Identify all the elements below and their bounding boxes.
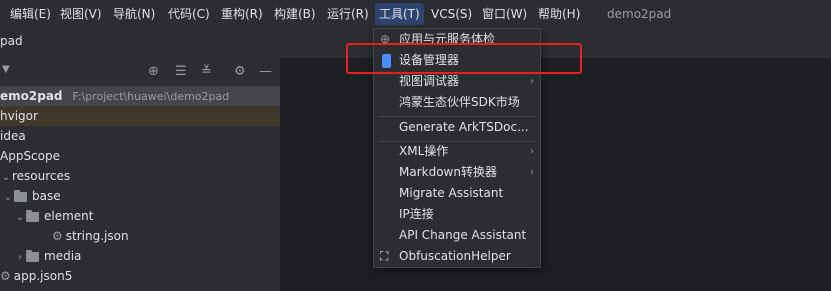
folder-icon [26, 209, 39, 222]
chevron-right-icon[interactable]: › [14, 248, 26, 268]
menu-item-ip-connect[interactable]: IP连接 [374, 204, 540, 225]
collapse-all-icon[interactable]: ≚ [201, 64, 212, 79]
tree-item-media[interactable]: › media [0, 246, 280, 266]
tree-item-label: resources [12, 169, 71, 183]
tree-item-label: idea [0, 129, 26, 143]
tree-item-path: F:\project\huawei\demo2pad [72, 90, 230, 103]
menu-item-view-debugger[interactable]: 视图调试器 › [374, 71, 540, 92]
menu-vcs[interactable]: VCS(S) [427, 3, 476, 25]
menu-build[interactable]: 构建(B) [270, 3, 320, 25]
menu-window[interactable]: 窗口(W) [478, 3, 531, 25]
tree-item-base[interactable]: ⌄ base [0, 186, 280, 206]
menu-tools[interactable]: 工具(T) [375, 3, 424, 25]
menu-item-label: 鸿蒙生态伙伴SDK市场 [399, 95, 520, 109]
project-panel: ▼ ⊕ ☰ ≚ ⚙ — emo2pad F:\project\huawei\de… [0, 58, 280, 291]
tree-item-element[interactable]: ⌄ element [0, 206, 280, 226]
tree-item-label: element [44, 209, 94, 223]
json-file-icon: ⚙ [52, 229, 63, 243]
chevron-right-icon: › [530, 167, 534, 178]
menu-run[interactable]: 运行(R) [323, 3, 373, 25]
tree-item-label: string.json [65, 229, 129, 243]
menu-refactor[interactable]: 重构(R) [217, 3, 267, 25]
chevron-down-icon[interactable]: ⌄ [0, 168, 12, 188]
project-panel-header: ▼ ⊕ ☰ ≚ ⚙ — [0, 58, 280, 84]
menu-item-markdown-converter[interactable]: Markdown转换器 › [374, 162, 540, 183]
menu-item-migrate-assistant[interactable]: Migrate Assistant [374, 183, 540, 204]
chevron-down-icon[interactable]: ⌄ [14, 208, 26, 228]
project-title: demo2pad [607, 7, 672, 21]
tree-item-label: hvigor [0, 109, 38, 123]
menu-edit[interactable]: 编辑(E) [6, 3, 55, 25]
folder-icon [26, 249, 39, 262]
locate-icon[interactable]: ⊕ [148, 64, 159, 79]
menu-item-label: Generate ArkTSDoc... [399, 120, 529, 134]
menu-item-label: API Change Assistant [399, 228, 527, 242]
menu-item-sdk-market[interactable]: 鸿蒙生态伙伴SDK市场 [374, 92, 540, 113]
menu-help[interactable]: 帮助(H) [534, 3, 584, 25]
menu-navigate[interactable]: 导航(N) [109, 3, 159, 25]
tree-item-label: base [32, 189, 61, 203]
editor-area[interactable] [281, 58, 831, 291]
tree-item-label: media [44, 249, 82, 263]
tree-item-resources[interactable]: ⌄ resources [0, 166, 280, 186]
menu-view[interactable]: 视图(V) [56, 3, 106, 25]
folder-icon [14, 189, 27, 202]
tree-item-label: AppScope [0, 149, 60, 163]
tree-item-app-json5[interactable]: ⚙ app.json5 [0, 266, 280, 286]
tree-item-idea[interactable]: idea [0, 126, 280, 146]
menu-bar: 编辑(E) 视图(V) 导航(N) 代码(C) 重构(R) 构建(B) 运行(R… [0, 0, 831, 28]
menu-item-generate-arktsdoc[interactable]: Generate ArkTSDoc... [374, 117, 540, 138]
highlight-box [346, 43, 582, 74]
menu-item-xml-ops[interactable]: XML操作 › [374, 141, 540, 162]
menu-item-label: IP连接 [399, 207, 434, 221]
chevron-right-icon: › [530, 146, 534, 157]
tree-item-hvigor[interactable]: hvigor [0, 106, 280, 126]
chevron-right-icon: › [530, 76, 534, 87]
tree-item-string-json[interactable]: ⚙ string.json [0, 226, 280, 246]
tree-item-label: emo2pad [0, 89, 63, 103]
menu-item-label: ObfuscationHelper [399, 249, 511, 263]
chevron-down-icon[interactable]: ⌄ [2, 188, 14, 208]
expand-all-icon[interactable]: ☰ [175, 64, 187, 79]
breadcrumb[interactable]: pad [0, 34, 23, 48]
minimize-icon[interactable]: — [259, 64, 272, 79]
chevron-down-icon[interactable]: ▼ [2, 64, 10, 75]
json-file-icon: ⚙ [0, 269, 11, 283]
menu-item-label: Migrate Assistant [399, 186, 504, 200]
menu-item-label: Markdown转换器 [399, 165, 497, 179]
menu-code[interactable]: 代码(C) [164, 3, 214, 25]
menu-item-api-change-assistant[interactable]: API Change Assistant [374, 225, 540, 246]
menu-item-obfuscation-helper[interactable]: ⛶ ObfuscationHelper [374, 246, 540, 267]
obfuscation-icon: ⛶ [380, 249, 389, 263]
menu-item-label: XML操作 [399, 144, 449, 158]
tree-item-appscope[interactable]: AppScope [0, 146, 280, 166]
menu-item-label: 视图调试器 [399, 74, 460, 88]
tree-item-label: app.json5 [13, 269, 73, 283]
tree-item-project-root[interactable]: emo2pad F:\project\huawei\demo2pad [0, 86, 280, 106]
gear-icon[interactable]: ⚙ [234, 64, 246, 79]
